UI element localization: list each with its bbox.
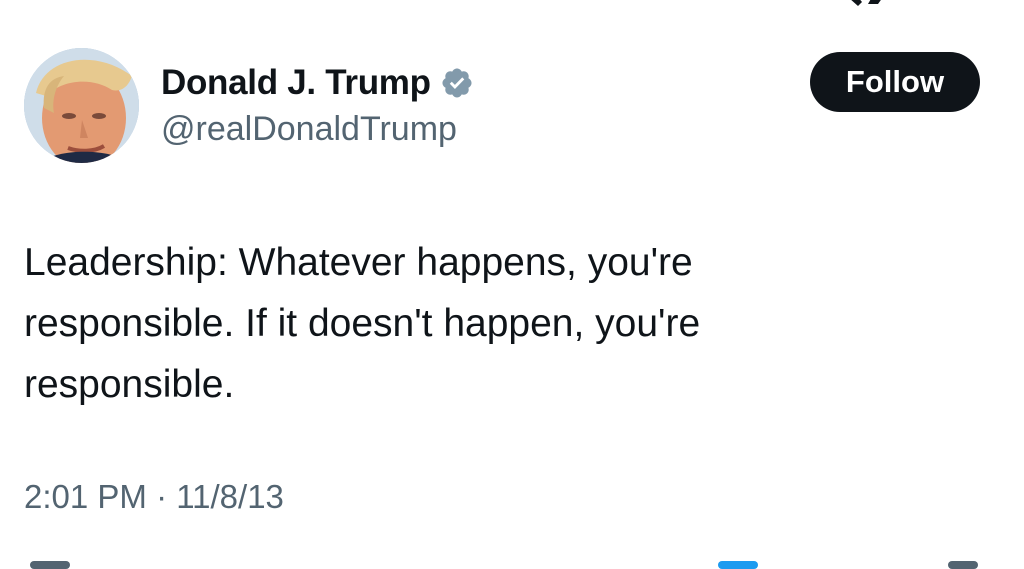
tweet-card: Donald J. Trump @realDonaldTrump Follow … xyxy=(0,0,1024,569)
profile-photo-icon xyxy=(24,48,139,163)
action-bar xyxy=(0,555,1024,569)
tweet-time[interactable]: 2:01 PM xyxy=(24,478,147,515)
tweet-text: Leadership: Whatever happens, you're res… xyxy=(24,241,701,406)
reply-icon[interactable] xyxy=(30,561,70,569)
timestamp[interactable]: 2:01 PM · 11/8/13 xyxy=(24,478,284,516)
like-icon[interactable] xyxy=(718,561,758,569)
user-info[interactable]: Donald J. Trump @realDonaldTrump xyxy=(161,58,474,149)
tweet-date[interactable]: 11/8/13 xyxy=(176,478,284,515)
share-icon[interactable] xyxy=(948,561,978,569)
name-row: Donald J. Trump xyxy=(161,58,474,108)
verified-badge-icon xyxy=(442,68,472,98)
follow-button[interactable]: Follow xyxy=(810,52,980,112)
timestamp-separator: · xyxy=(156,478,168,515)
handle[interactable]: @realDonaldTrump xyxy=(161,110,474,149)
avatar[interactable] xyxy=(24,48,139,163)
display-name[interactable]: Donald J. Trump xyxy=(161,63,431,103)
